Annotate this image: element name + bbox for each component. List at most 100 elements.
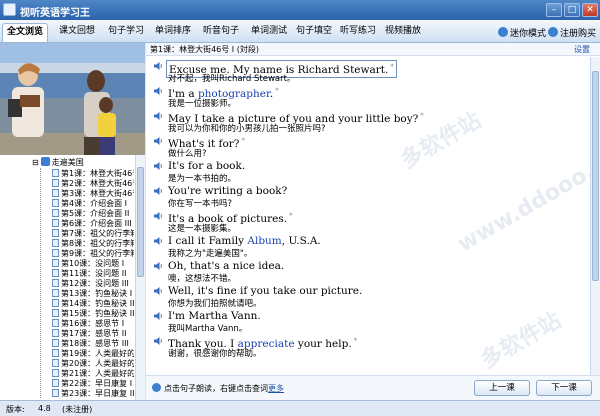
sentence-english: I'm Martha Vann.	[168, 310, 261, 322]
tree-item[interactable]: 第21课：人类最好的	[52, 369, 134, 379]
tab-word-order[interactable]: 单词排序	[151, 23, 195, 42]
sentence-chinese: 做什么用?	[168, 149, 207, 159]
tree-item[interactable]: 第11课：没问题 II	[52, 269, 134, 279]
tab-bar: 全文浏览 课文回想 句子学习 单词排序 听音句子 单词测试 句子填空 听写练习 …	[0, 20, 600, 43]
tree-item[interactable]: 第17课：感恩节 II	[52, 329, 134, 339]
sentence-english: Oh, that's a nice idea.	[168, 260, 285, 272]
speaker-icon[interactable]	[154, 162, 163, 170]
tree-item[interactable]: 第5课：介绍会面 II	[52, 209, 134, 219]
speaker-icon[interactable]	[154, 212, 163, 220]
register-icon	[548, 27, 558, 37]
speaker-icon[interactable]	[154, 187, 163, 195]
doc-icon	[52, 359, 59, 367]
window-title: 视听英语学习王	[20, 8, 90, 19]
tree-item[interactable]: 第22课：早日康复 I	[52, 379, 134, 389]
tree-item[interactable]: 第13课：钓鱼秘诀 I	[52, 289, 134, 299]
sentence-chinese: 你想为我们拍照就请吧。	[168, 299, 262, 309]
collapse-icon: ⊟	[32, 158, 39, 167]
tree-item[interactable]: 第12课：没问题 III	[52, 279, 134, 289]
mini-mode-icon	[498, 27, 508, 37]
tree-item[interactable]: 第7课：祖父的行李箱	[52, 229, 134, 239]
tree-scrollbar[interactable]	[135, 155, 145, 400]
tab-listen-sentence[interactable]: 听音句子	[199, 23, 243, 42]
doc-icon	[52, 189, 59, 197]
doc-icon	[52, 319, 59, 327]
doc-icon	[52, 249, 59, 257]
version-label: 版本:	[6, 405, 25, 414]
tree-item[interactable]: 第15课：钓鱼秘诀 III	[52, 309, 134, 319]
tab-dictation[interactable]: 听写练习	[336, 23, 380, 42]
doc-icon	[52, 259, 59, 267]
tab-full-text[interactable]: 全文浏览	[2, 23, 48, 42]
minimize-button[interactable]: –	[546, 3, 562, 17]
tree-item[interactable]: 第14课：钓鱼秘诀 II	[52, 299, 134, 309]
tree-item[interactable]: 第9课：祖父的行李箱	[52, 249, 134, 259]
hint-text: 点击句子朗读，右键点击查词更多	[152, 383, 284, 394]
tab-fill-blank[interactable]: 句子填空	[292, 23, 336, 42]
sentence-chinese: 你在写一本书吗?	[168, 199, 233, 209]
keyword: Album	[247, 235, 282, 247]
prev-lesson-button[interactable]: 上一课	[474, 380, 530, 396]
doc-icon	[52, 279, 59, 287]
tree-item[interactable]: 第2课：林登大街46号	[52, 179, 134, 189]
title-bar: 视听英语学习王 – □ ✕	[0, 0, 600, 20]
speaker-icon[interactable]	[154, 137, 163, 145]
version-value: 4.8	[38, 404, 51, 413]
speaker-icon[interactable]	[154, 112, 163, 120]
tree-item[interactable]: 第6课：介绍会面 III	[52, 219, 134, 229]
doc-icon	[52, 169, 59, 177]
content-scroll-thumb[interactable]	[592, 71, 599, 281]
more-link[interactable]: 更多	[268, 384, 284, 393]
sentence-chinese: 噢，这想法不错。	[168, 274, 237, 284]
mini-mode-button[interactable]: 迷你模式	[498, 26, 546, 39]
register-button[interactable]: 注册购买	[548, 26, 596, 39]
content-scrollbar[interactable]	[590, 57, 600, 375]
left-panel: ⊟ 走遍美国 第1课：林登大街46号 第2课：林登大街46号 第3课：林登大街46…	[0, 43, 145, 400]
tree-root[interactable]: ⊟ 走遍美国	[32, 157, 84, 168]
speaker-icon[interactable]	[154, 312, 163, 320]
tree-item[interactable]: 第19课：人类最好的	[52, 349, 134, 359]
speaker-icon[interactable]	[154, 262, 163, 270]
tree-item[interactable]: 第20课：人类最好的	[52, 359, 134, 369]
tree-item[interactable]: 第8课：祖父的行李箱	[52, 239, 134, 249]
video-preview[interactable]	[0, 43, 145, 155]
tab-video-play[interactable]: 视频播放	[380, 23, 426, 42]
tab-word-test[interactable]: 单词测试	[247, 23, 291, 42]
tree-item[interactable]: 第10课：没问题 I	[52, 259, 134, 269]
sentence-english: Well, it's fine if you take our picture.	[168, 285, 363, 297]
doc-icon	[52, 299, 59, 307]
doc-icon	[52, 379, 59, 387]
sentence-chinese: 这是一本摄影集。	[168, 224, 237, 234]
sentence-english: You're writing a book?	[168, 185, 288, 197]
registration-status: (未注册)	[62, 405, 93, 414]
doc-icon	[52, 229, 59, 237]
tab-sentence-study[interactable]: 句子学习	[104, 23, 148, 42]
tree-item[interactable]: 第4课：介绍会面 I	[52, 199, 134, 209]
next-lesson-button[interactable]: 下一课	[536, 380, 592, 396]
tab-text-recall[interactable]: 课文回想	[55, 23, 99, 42]
tree-item[interactable]: 第23课：早日康复 II	[52, 389, 134, 399]
speaker-icon[interactable]	[154, 237, 163, 245]
tree-item[interactable]: 第16课：感恩节 I	[52, 319, 134, 329]
tree-item[interactable]: 第1课：林登大街46号	[52, 169, 134, 179]
settings-link[interactable]: 设置	[574, 44, 590, 55]
sentence-english: I call it Family Album, U.S.A.	[168, 235, 321, 247]
sentence-chinese: 谢谢，很感谢你的帮助。	[168, 349, 262, 359]
bottom-bar: 点击句子朗读，右键点击查词更多 上一课 下一课	[146, 375, 600, 400]
doc-icon	[52, 269, 59, 277]
main-panel: 第1课：林登大街46号 I (対段) 设置 多软件站 www.ddooo.com…	[146, 43, 600, 400]
tree-item[interactable]: 第3课：林登大街46号	[52, 189, 134, 199]
speaker-icon[interactable]	[154, 287, 163, 295]
doc-icon	[52, 289, 59, 297]
speaker-icon[interactable]	[154, 87, 163, 95]
info-icon	[152, 383, 161, 392]
maximize-button[interactable]: □	[564, 3, 580, 17]
tree-scroll-thumb[interactable]	[137, 167, 144, 277]
lesson-tree: ⊟ 走遍美国 第1课：林登大街46号 第2课：林登大街46号 第3课：林登大街46…	[0, 155, 145, 400]
speaker-icon[interactable]	[154, 337, 163, 345]
doc-icon	[52, 179, 59, 187]
book-icon	[40, 157, 50, 166]
speaker-icon[interactable]	[154, 62, 163, 70]
close-button[interactable]: ✕	[582, 3, 598, 17]
tree-item[interactable]: 第18课：感恩节 III	[52, 339, 134, 349]
